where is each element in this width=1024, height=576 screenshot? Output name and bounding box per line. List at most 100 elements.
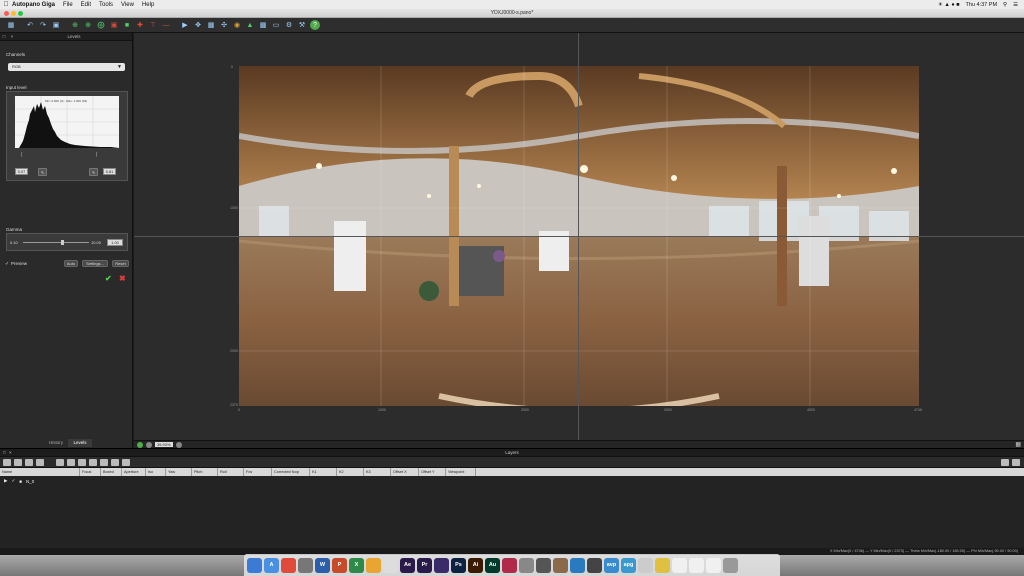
- col-iso[interactable]: Iso: [146, 468, 166, 476]
- dock-app-icon[interactable]: X: [349, 557, 364, 573]
- min-handle-icon[interactable]: ⌈: [21, 152, 23, 158]
- apple-icon[interactable]: : [0, 1, 12, 8]
- layout-icon[interactable]: ▦: [6, 20, 16, 30]
- dock-app-icon[interactable]: [519, 557, 534, 573]
- auto-button[interactable]: Auto: [64, 260, 78, 267]
- dock-app-icon[interactable]: Au: [485, 557, 500, 573]
- col-aperture[interactable]: Aperture: [122, 468, 146, 476]
- menu-help[interactable]: Help: [142, 2, 154, 8]
- zoom-in-icon[interactable]: [175, 441, 182, 448]
- max-handle-icon[interactable]: ⌈: [96, 152, 98, 158]
- dock-app-icon[interactable]: [366, 557, 381, 573]
- wrench-icon[interactable]: ⚒: [297, 20, 307, 30]
- app-menu[interactable]: Autopano Giga: [12, 2, 55, 8]
- dock-app-icon[interactable]: P: [332, 557, 347, 573]
- dock-app-icon[interactable]: Ps: [451, 557, 466, 573]
- menu-file[interactable]: File: [63, 2, 73, 8]
- layer-tool-icon[interactable]: [25, 458, 33, 466]
- dock-app-icon[interactable]: [536, 557, 551, 573]
- undo-icon[interactable]: ↶: [25, 20, 35, 30]
- view-mode-icon[interactable]: [1001, 458, 1009, 466]
- dock-app-icon[interactable]: [570, 557, 585, 573]
- apply-check-icon[interactable]: ✔: [105, 274, 112, 283]
- fit-icon[interactable]: ▩: [206, 20, 216, 30]
- layer-tool-icon[interactable]: [122, 458, 130, 466]
- dock-app-icon[interactable]: [553, 557, 568, 573]
- dock-app-icon[interactable]: [502, 557, 517, 573]
- zoom-fit-icon[interactable]: [137, 441, 143, 448]
- status-icons[interactable]: ☀ ▲ ● ■: [938, 2, 960, 8]
- gear-icon[interactable]: ⚙: [284, 20, 294, 30]
- color-icon[interactable]: ■: [122, 20, 132, 30]
- channels-select[interactable]: RGB ▼: [8, 63, 125, 71]
- col-fov[interactable]: Fov: [244, 468, 272, 476]
- col-corrected-fcop[interactable]: Corrected fcop: [272, 468, 310, 476]
- histogram-plot[interactable]: Min: 0.000 (0) - Max: 1.000 (63): [15, 96, 119, 148]
- dock-app-icon[interactable]: [706, 557, 721, 573]
- dock-app-icon[interactable]: [638, 557, 653, 573]
- layer-tool-icon[interactable]: [56, 458, 64, 466]
- panorama-view[interactable]: 0 1000 2000 3000 4000 4746 0 1000 2000 2…: [134, 33, 1024, 440]
- table-row[interactable]: ▶ ✓ ■ N_0: [0, 476, 1024, 486]
- redo-icon[interactable]: ↷: [38, 20, 48, 30]
- layer-tool-icon[interactable]: [36, 458, 44, 466]
- preview-checkbox[interactable]: ✓: [5, 261, 9, 267]
- center-icon[interactable]: ✣: [219, 20, 229, 30]
- tab-levels[interactable]: Levels: [68, 439, 92, 447]
- close-window-button[interactable]: [4, 11, 9, 16]
- black-picker-icon[interactable]: ✎: [38, 168, 47, 176]
- preview-icon[interactable]: ▩: [258, 20, 268, 30]
- col-name[interactable]: Name: [0, 468, 80, 476]
- zoom-window-button[interactable]: [18, 11, 23, 16]
- close-panel-icon[interactable]: ×: [9, 449, 12, 457]
- dock-app-icon[interactable]: [689, 557, 704, 573]
- dock-app-icon[interactable]: [655, 557, 670, 573]
- input-min-field[interactable]: 0.07: [15, 168, 28, 175]
- grid-view-icon[interactable]: ▦: [1015, 441, 1021, 448]
- dock-app-icon[interactable]: [298, 557, 313, 573]
- cancel-x-icon[interactable]: ✖: [119, 274, 126, 283]
- settings-button[interactable]: Settings...: [82, 260, 108, 267]
- dock-app-icon[interactable]: [672, 557, 687, 573]
- minimize-window-button[interactable]: [11, 11, 16, 16]
- col-k1[interactable]: K1: [310, 468, 337, 476]
- horizon-icon[interactable]: ✚: [135, 20, 145, 30]
- layer-tool-icon[interactable]: [67, 458, 75, 466]
- menu-view[interactable]: View: [121, 2, 134, 8]
- dock-app-icon[interactable]: [247, 557, 262, 573]
- monitor-icon[interactable]: ▭: [271, 20, 281, 30]
- zoom-value[interactable]: 35.93%: [155, 442, 173, 447]
- dock-app-icon[interactable]: Pr: [417, 557, 432, 573]
- col-offset-y[interactable]: Offset Y: [419, 468, 446, 476]
- col-k2[interactable]: K2: [337, 468, 364, 476]
- gamma-slider-handle[interactable]: [61, 240, 64, 245]
- col-viewpoint[interactable]: Viewpoint: [446, 468, 476, 476]
- gamma-value-field[interactable]: 1.00: [107, 239, 123, 246]
- dock-app-icon[interactable]: avp: [604, 557, 619, 573]
- col-yaw[interactable]: Yaw: [166, 468, 192, 476]
- reset-button[interactable]: Reset: [112, 260, 129, 267]
- levels-icon[interactable]: ▣: [109, 20, 119, 30]
- layer-tool-icon[interactable]: [111, 458, 119, 466]
- levels-tool-icon[interactable]: ▲: [245, 20, 255, 30]
- col-roll[interactable]: Roll: [218, 468, 244, 476]
- straight-line-icon[interactable]: —: [161, 20, 171, 30]
- col-k3[interactable]: K3: [364, 468, 391, 476]
- dock-app-icon[interactable]: [434, 557, 449, 573]
- dock-app-icon[interactable]: [281, 557, 296, 573]
- float-icon[interactable]: □: [3, 449, 6, 457]
- dock-app-icon[interactable]: [587, 557, 602, 573]
- col-boxed[interactable]: Boxed: [101, 468, 122, 476]
- move-control-point-icon[interactable]: ⊕: [83, 20, 93, 30]
- layer-visible-checkbox[interactable]: ✓: [11, 478, 15, 484]
- menu-list-icon[interactable]: ☰: [1013, 2, 1018, 8]
- layer-tool-icon[interactable]: [89, 458, 97, 466]
- clock[interactable]: Thu 4:37 PM: [966, 2, 998, 8]
- select-icon[interactable]: ▶: [180, 20, 190, 30]
- zoom-out-icon[interactable]: [146, 441, 152, 448]
- vertical-line-icon[interactable]: ⊤: [148, 20, 158, 30]
- pan-icon[interactable]: ✥: [193, 20, 203, 30]
- crop-icon[interactable]: ⨁: [96, 20, 106, 30]
- layer-tool-icon[interactable]: [14, 458, 22, 466]
- float-icon[interactable]: □: [0, 34, 8, 39]
